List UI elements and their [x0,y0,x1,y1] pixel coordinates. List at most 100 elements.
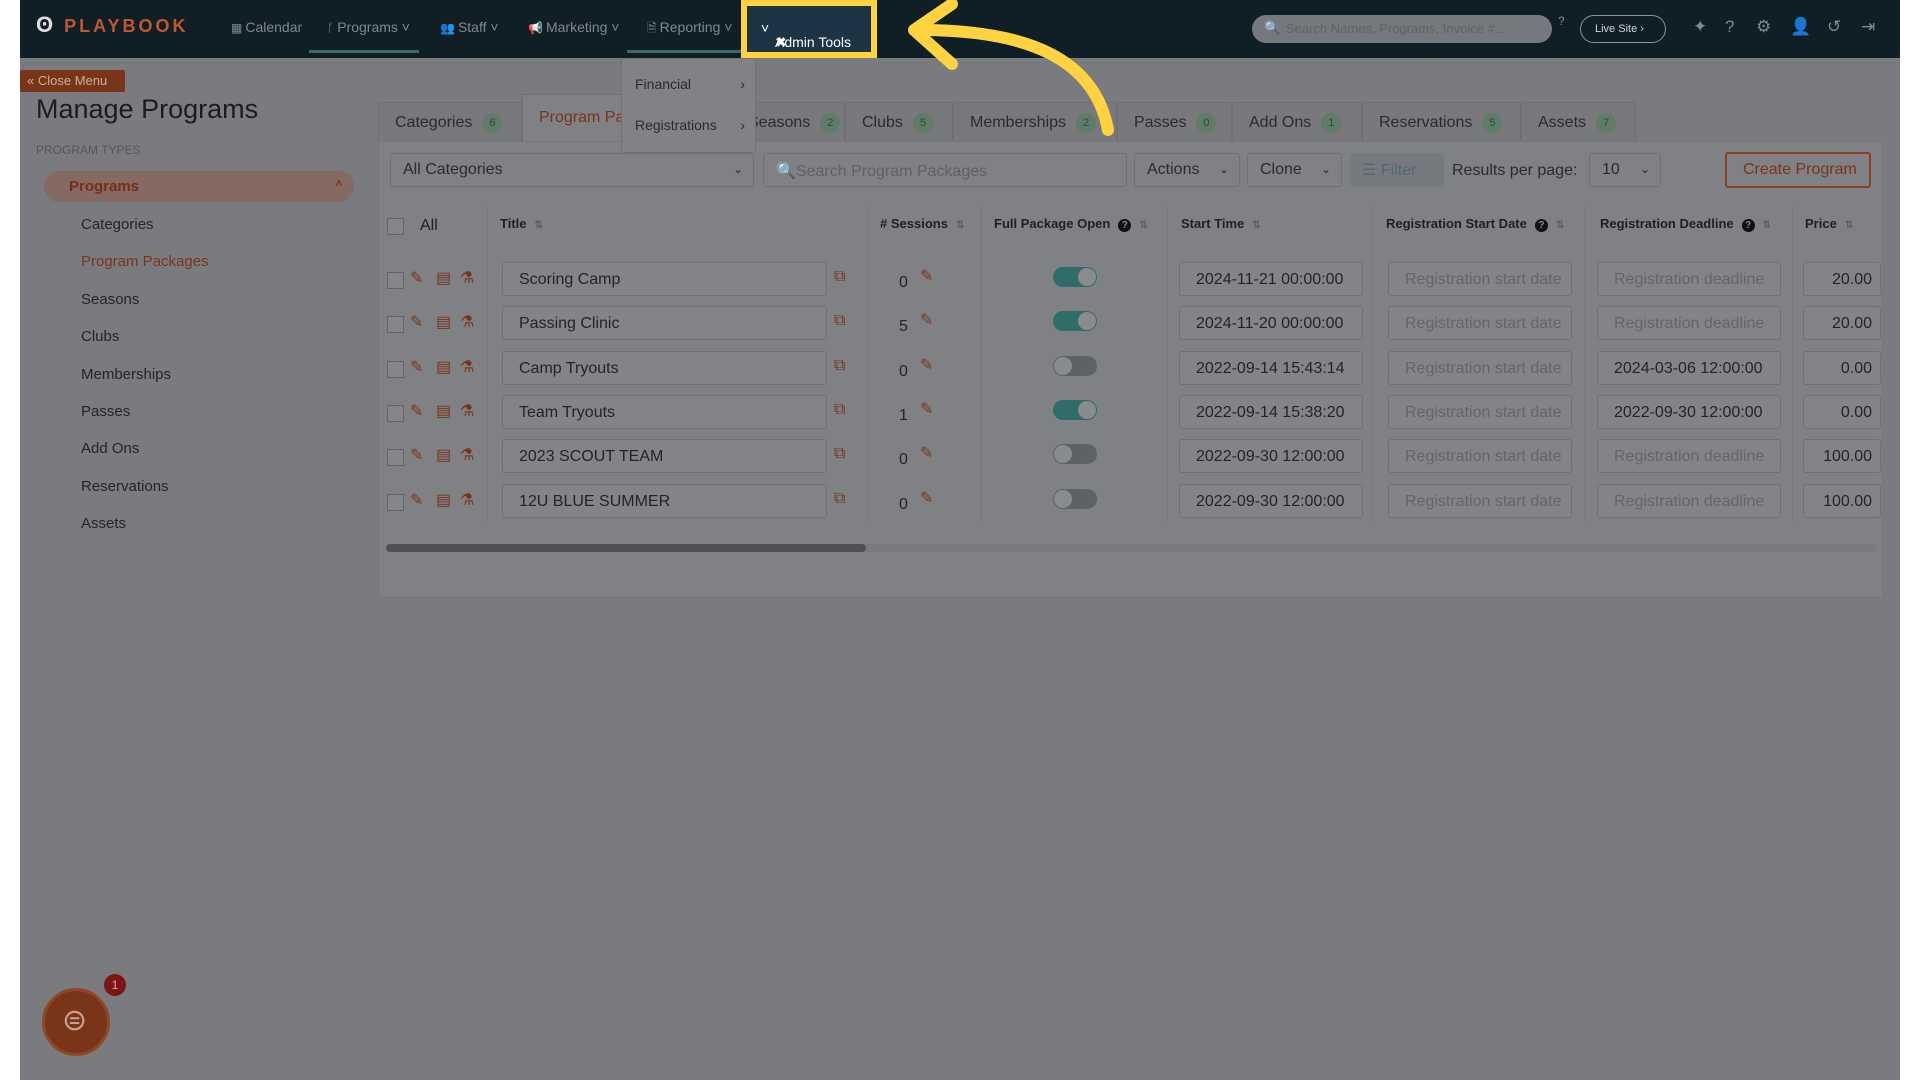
price-input[interactable]: 100.00 [1803,483,1881,518]
start-time-input[interactable]: 2022-09-14 15:38:20 [1179,394,1363,429]
help-small-icon[interactable]: ? [1558,14,1565,28]
flask-icon[interactable]: ⚗ [460,268,474,288]
start-time-input[interactable]: 2022-09-14 15:43:14 [1179,350,1363,385]
external-link-icon[interactable]: ⧉ [834,445,845,463]
start-time-input[interactable]: 2022-09-30 12:00:00 [1179,483,1363,518]
sidebar-item-add-ons[interactable]: Add Ons [81,440,139,457]
list-icon[interactable]: ▤ [436,445,451,465]
reg-deadline-input[interactable]: Registration deadline [1597,483,1781,518]
reg-start-input[interactable]: Registration start date [1388,394,1572,429]
price-input[interactable]: 0.00 [1803,350,1881,385]
edit-pencil-icon[interactable]: ✎ [410,312,423,332]
title-input[interactable]: Scoring Camp [502,262,827,296]
sidebar-item-programs[interactable]: Programs ˄ [44,171,354,202]
tab-categories[interactable]: Categories 6 [378,102,522,141]
global-search-input[interactable]: 🔍 Search Names, Programs, Invoice #... [1252,15,1552,43]
reg-start-input[interactable]: Registration start date [1388,350,1572,385]
reg-start-input[interactable]: Registration start date [1388,439,1572,474]
external-link-icon[interactable]: ⧉ [834,401,845,419]
nav-programs[interactable]: ᚴ Programs ˅ [327,19,410,35]
help-icon[interactable]: ? [1534,219,1548,232]
help-icon[interactable]: ? [1725,17,1734,37]
list-icon[interactable]: ▤ [436,401,451,421]
header-title[interactable]: Title ⇅ [500,216,543,231]
sidebar-item-program-packages[interactable]: Program Packages [81,253,209,270]
full-package-toggle[interactable] [1053,488,1097,509]
help-icon[interactable]: ? [1118,219,1132,232]
edit-sessions-icon[interactable]: ✎ [920,310,933,330]
header-full-package[interactable]: Full Package Open? ⇅ [994,216,1148,232]
title-input[interactable]: Camp Tryouts [502,350,827,385]
close-menu-button[interactable]: « Close Menu [20,70,125,92]
announce-icon[interactable]: ✦ [1693,17,1707,37]
title-input[interactable]: Team Tryouts [502,394,827,429]
start-time-input[interactable]: 2024-11-21 00:00:00 [1179,262,1363,296]
edit-sessions-icon[interactable]: ✎ [920,488,933,508]
external-link-icon[interactable]: ⧉ [834,268,845,286]
flask-icon[interactable]: ⚗ [460,357,474,377]
sidebar-item-reservations[interactable]: Reservations [81,478,169,495]
category-select[interactable]: All Categories ⌄ [390,153,754,187]
actions-button[interactable]: Actions ⌄ [1134,153,1240,187]
history-icon[interactable]: ↺ [1827,17,1841,37]
tab-assets[interactable]: Assets 7 [1521,102,1636,141]
clone-button[interactable]: Clone ⌄ [1247,153,1342,187]
sidebar-item-memberships[interactable]: Memberships [81,366,171,383]
full-package-toggle[interactable] [1053,355,1097,376]
header-reg-deadline[interactable]: Registration Deadline? ⇅ [1600,216,1771,232]
header-start-time[interactable]: Start Time ⇅ [1181,216,1261,231]
reg-start-input[interactable]: Registration start date [1388,262,1572,296]
flask-icon[interactable]: ⚗ [460,312,474,332]
list-icon[interactable]: ▤ [436,357,451,377]
full-package-toggle[interactable] [1053,311,1097,332]
header-sessions[interactable]: # Sessions ⇅ [880,216,964,231]
scrollbar-thumb[interactable] [386,544,866,552]
nav-staff[interactable]: 👥 Staff ˅ [440,19,499,35]
flask-icon[interactable]: ⚗ [460,445,474,465]
reg-start-input[interactable]: Registration start date [1388,483,1572,518]
reg-deadline-input[interactable]: Registration deadline [1597,306,1781,341]
row-checkbox[interactable] [387,316,404,334]
logo[interactable]: ʘ PLAYBOOK [36,12,189,38]
price-input[interactable]: 0.00 [1803,394,1881,429]
reg-deadline-input[interactable]: Registration deadline [1597,439,1781,474]
price-input[interactable]: 20.00 [1803,262,1881,296]
title-input[interactable]: 12U BLUE SUMMER [502,483,827,518]
edit-pencil-icon[interactable]: ✎ [410,490,423,510]
chat-button[interactable]: ⊜ [42,988,110,1056]
add-user-icon[interactable]: 👤 [1790,17,1811,37]
tab-reservations[interactable]: Reservations 5 [1362,102,1521,141]
full-package-toggle[interactable] [1053,267,1097,287]
full-package-toggle[interactable] [1053,444,1097,465]
external-link-icon[interactable]: ⧉ [834,490,845,508]
row-checkbox[interactable] [387,493,404,511]
nav-marketing[interactable]: 📢 Marketing ˅ [528,19,620,35]
reg-deadline-input[interactable]: 2022-09-30 12:00:00 [1597,394,1781,429]
sidebar-item-assets[interactable]: Assets [81,515,126,532]
list-icon[interactable]: ▤ [436,312,451,332]
sidebar-item-clubs[interactable]: Clubs [81,328,119,345]
list-icon[interactable]: ▤ [436,490,451,510]
edit-pencil-icon[interactable]: ✎ [410,268,423,288]
row-checkbox[interactable] [387,272,404,289]
sidebar-item-seasons[interactable]: Seasons [81,291,139,308]
tab-add-ons[interactable]: Add Ons 1 [1232,102,1362,141]
list-icon[interactable]: ▤ [436,268,451,288]
logout-icon[interactable]: ⇥ [1861,17,1875,37]
price-input[interactable]: 20.00 [1803,306,1881,341]
gear-icon[interactable]: ⚙ [1756,17,1771,37]
edit-sessions-icon[interactable]: ✎ [920,355,933,375]
edit-pencil-icon[interactable]: ✎ [410,401,423,421]
start-time-input[interactable]: 2022-09-30 12:00:00 [1179,439,1363,474]
menu-item-financial[interactable]: Financial › [635,76,745,92]
row-checkbox[interactable] [387,404,404,422]
nav-reporting[interactable]: 🗎 Reporting ˅ [647,19,732,40]
flask-icon[interactable]: ⚗ [460,490,474,510]
create-program-button[interactable]: Create Program [1725,152,1871,188]
flask-icon[interactable]: ⚗ [460,401,474,421]
select-all-checkbox[interactable] [387,218,404,235]
help-icon[interactable]: ? [1741,219,1755,232]
edit-sessions-icon[interactable]: ✎ [920,399,933,419]
external-link-icon[interactable]: ⧉ [834,357,845,375]
live-site-button[interactable]: Live Site › [1580,15,1666,43]
